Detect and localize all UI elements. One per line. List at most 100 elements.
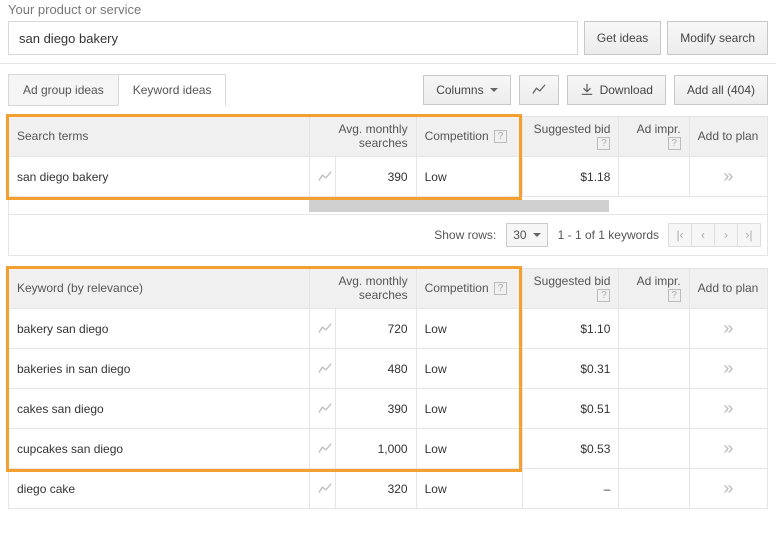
keywords-table: Keyword (by relevance) Avg. monthly sear…: [8, 268, 768, 509]
searches-cell: 390: [336, 389, 416, 429]
help-icon[interactable]: ?: [597, 137, 610, 150]
table-row: bakeries in san diego 480Low$0.31 »: [9, 349, 768, 389]
get-ideas-button[interactable]: Get ideas: [584, 21, 661, 55]
chart-icon: [318, 482, 332, 496]
pager-summary: 1 - 1 of 1 keywords: [558, 228, 659, 242]
impr-cell: [619, 349, 689, 389]
add-to-plan-cell[interactable]: »: [689, 469, 767, 509]
trend-cell[interactable]: [310, 157, 336, 197]
impr-cell: [619, 469, 689, 509]
chevron-right-icon: »: [723, 166, 733, 186]
chart-icon: [318, 402, 332, 416]
col-suggested-bid[interactable]: Suggested bid ?: [523, 117, 619, 157]
columns-label: Columns: [436, 83, 483, 97]
keyword-cell[interactable]: bakeries in san diego: [9, 349, 310, 389]
field-label: Your product or service: [8, 2, 776, 17]
add-to-plan-cell[interactable]: »: [689, 349, 767, 389]
help-icon[interactable]: ?: [494, 282, 507, 295]
chevron-right-icon: »: [723, 438, 733, 458]
keyword-cell[interactable]: bakery san diego: [9, 309, 310, 349]
chevron-right-icon: »: [723, 478, 733, 498]
modify-search-button[interactable]: Modify search: [667, 21, 768, 55]
competition-cell: Low: [416, 349, 522, 389]
table-row: bakery san diego 720Low$1.10 »: [9, 309, 768, 349]
chart-toggle-button[interactable]: [519, 75, 559, 105]
keyword-cell[interactable]: diego cake: [9, 469, 310, 509]
horizontal-scrollbar[interactable]: [8, 197, 768, 215]
bid-cell: $0.53: [523, 429, 619, 469]
col-avg-monthly[interactable]: Avg. monthly searches: [310, 117, 416, 157]
caret-down-icon: [490, 88, 498, 96]
columns-button[interactable]: Columns: [423, 75, 510, 105]
trend-cell[interactable]: [310, 429, 336, 469]
col-suggested-bid[interactable]: Suggested bid ?: [523, 269, 619, 309]
col-ad-impr[interactable]: Ad impr. ?: [619, 269, 689, 309]
table-row: diego cake 320Low– »: [9, 469, 768, 509]
search-terms-table: Search terms Avg. monthly searches Compe…: [8, 116, 768, 197]
add-to-plan-cell[interactable]: »: [689, 309, 767, 349]
tab-adgroup-ideas[interactable]: Ad group ideas: [8, 74, 119, 106]
bid-cell: $0.51: [523, 389, 619, 429]
rows-per-page-select[interactable]: 30: [506, 223, 547, 247]
col-add-to-plan: Add to plan: [689, 117, 767, 157]
impr-cell: [619, 429, 689, 469]
col-add-to-plan: Add to plan: [689, 269, 767, 309]
chart-icon: [318, 170, 332, 184]
bid-cell: –: [523, 469, 619, 509]
searches-cell: 320: [336, 469, 416, 509]
caret-down-icon: [533, 233, 541, 241]
help-icon[interactable]: ?: [668, 137, 681, 150]
add-all-button[interactable]: Add all (404): [674, 75, 768, 105]
searches-cell: 480: [336, 349, 416, 389]
ideas-tabs: Ad group ideas Keyword ideas: [8, 74, 225, 106]
searches-cell: 720: [336, 309, 416, 349]
add-to-plan-cell[interactable]: »: [689, 429, 767, 469]
impr-cell: [619, 389, 689, 429]
impr-cell: [619, 157, 689, 197]
pager-last-button[interactable]: ›|: [737, 223, 761, 247]
product-service-input[interactable]: [8, 21, 578, 55]
table-header-row: Keyword (by relevance) Avg. monthly sear…: [9, 269, 768, 309]
add-to-plan-cell[interactable]: »: [689, 389, 767, 429]
keyword-cell[interactable]: cakes san diego: [9, 389, 310, 429]
trend-cell[interactable]: [310, 309, 336, 349]
pager-next-button[interactable]: ›: [714, 223, 738, 247]
competition-cell: Low: [416, 309, 522, 349]
col-competition[interactable]: Competition ?: [416, 269, 522, 309]
table-row: cakes san diego 390Low$0.51 »: [9, 389, 768, 429]
competition-cell: Low: [416, 469, 522, 509]
col-search-terms[interactable]: Search terms: [9, 117, 310, 157]
bid-cell: $1.10: [523, 309, 619, 349]
table-row: san diego bakery 390 Low $1.18 »: [9, 157, 768, 197]
col-keyword-by-relevance[interactable]: Keyword (by relevance): [9, 269, 310, 309]
keyword-cell[interactable]: cupcakes san diego: [9, 429, 310, 469]
keyword-cell[interactable]: san diego bakery: [9, 157, 310, 197]
tab-keyword-ideas[interactable]: Keyword ideas: [118, 74, 227, 106]
trend-cell[interactable]: [310, 349, 336, 389]
chevron-right-icon: »: [723, 318, 733, 338]
searches-cell: 390: [336, 157, 416, 197]
pager-first-button[interactable]: |‹: [668, 223, 692, 247]
download-button[interactable]: Download: [567, 75, 666, 105]
trend-cell[interactable]: [310, 389, 336, 429]
help-icon[interactable]: ?: [668, 289, 681, 302]
help-icon[interactable]: ?: [597, 289, 610, 302]
bid-cell: $1.18: [523, 157, 619, 197]
scrollbar-thumb[interactable]: [309, 200, 609, 212]
show-rows-label: Show rows:: [434, 228, 496, 242]
add-to-plan-cell[interactable]: »: [689, 157, 767, 197]
trend-cell[interactable]: [310, 469, 336, 509]
bid-cell: $0.31: [523, 349, 619, 389]
download-icon: [580, 83, 594, 97]
col-avg-monthly[interactable]: Avg. monthly searches: [310, 269, 416, 309]
chart-icon: [532, 83, 546, 97]
col-ad-impr[interactable]: Ad impr. ?: [619, 117, 689, 157]
help-icon[interactable]: ?: [494, 130, 507, 143]
chart-icon: [318, 362, 332, 376]
pager-prev-button[interactable]: ‹: [691, 223, 715, 247]
competition-cell: Low: [416, 389, 522, 429]
chart-icon: [318, 322, 332, 336]
chevron-right-icon: »: [723, 358, 733, 378]
col-competition[interactable]: Competition ?: [416, 117, 522, 157]
chart-icon: [318, 442, 332, 456]
